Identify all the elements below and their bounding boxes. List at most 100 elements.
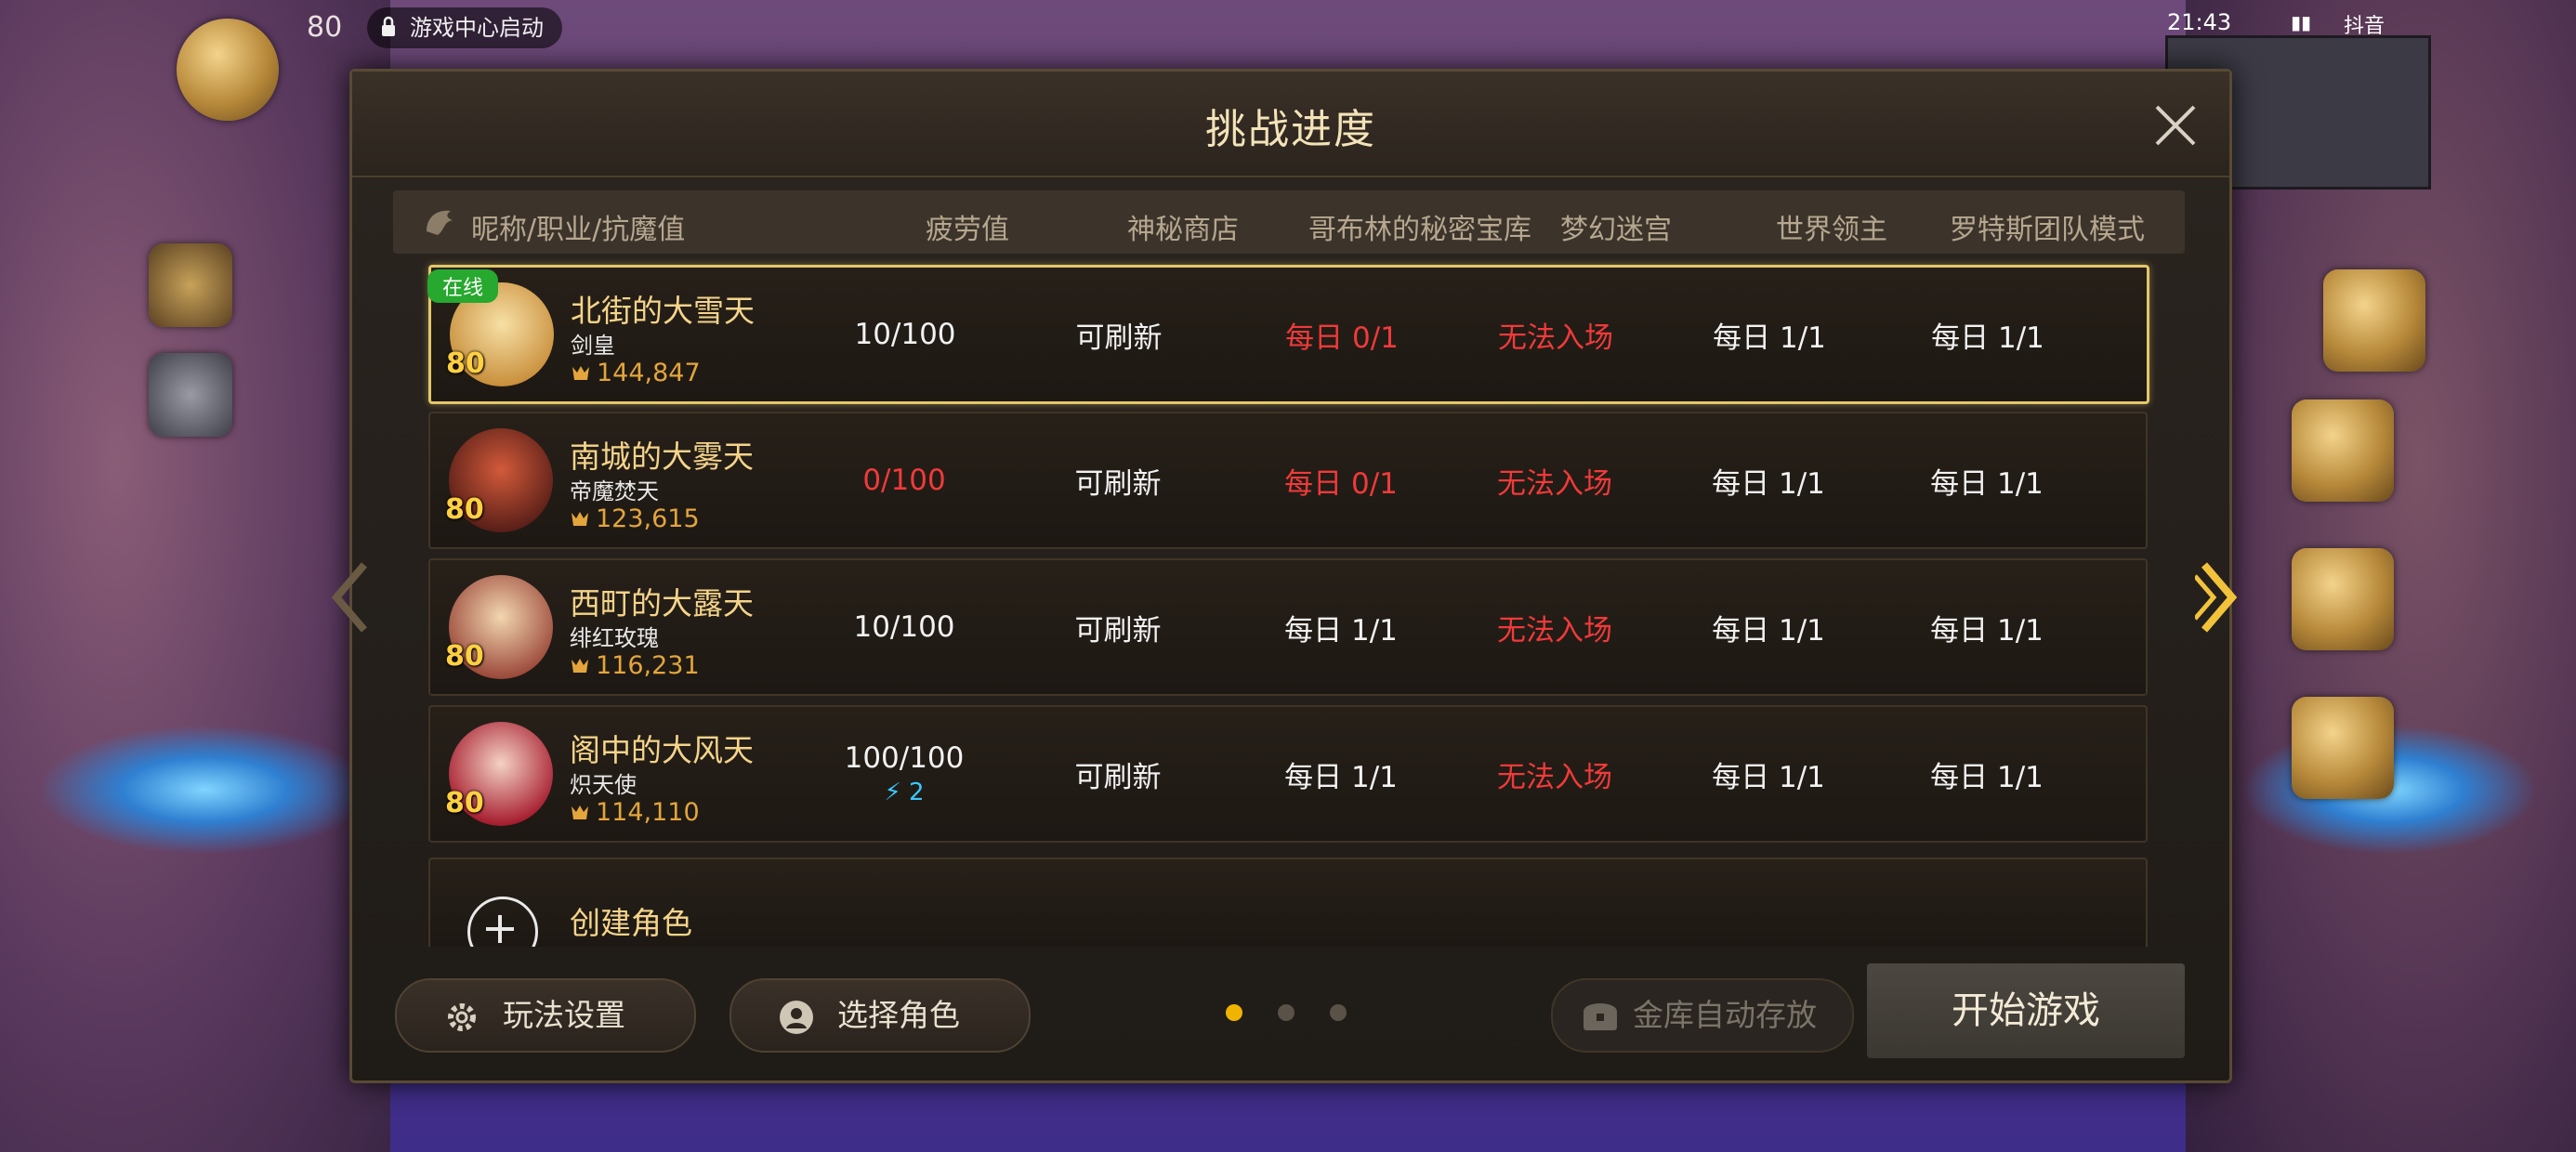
goblin-vault-status: 每日 1/1 xyxy=(1284,613,1398,648)
character-row[interactable]: 80 西町的大露天绯红玫瑰 116,231 10/100 可刷新 每日 1/1 无法入场 每日… xyxy=(428,558,2148,696)
character-row[interactable]: 80 在线北街的大雪天剑皇 144,847 10/100 可刷新 每日 0/1 无法入场 每日… xyxy=(427,265,2149,404)
col-fatigue: 疲劳值 xyxy=(926,214,1009,246)
guild-icon[interactable] xyxy=(149,353,232,437)
dream-maze-status: 无法入场 xyxy=(1498,321,1613,355)
game-center-label: 游戏中心启动 xyxy=(410,15,544,41)
dialog-header: 挑战进度 xyxy=(352,72,2229,177)
gear-icon xyxy=(448,1003,476,1031)
battery-icon: ▮▮ xyxy=(2291,11,2312,33)
character-power-value: 116,231 xyxy=(596,651,700,680)
create-character-label: 创建角色 xyxy=(570,905,692,941)
lotus-raid-status: 每日 1/1 xyxy=(1930,613,2044,648)
world-boss-status: 每日 1/1 xyxy=(1712,760,1825,794)
col-character: 昵称/职业/抗魔值 xyxy=(471,214,686,246)
mystery-shop-status: 可刷新 xyxy=(1074,466,1162,501)
lightning-icon: ⚡ xyxy=(884,779,901,806)
character-level: 80 xyxy=(445,493,484,526)
select-character-button[interactable]: 选择角色 xyxy=(729,978,1031,1053)
character-name: 南城的大雾天 xyxy=(570,439,754,475)
character-name: 西町的大露天 xyxy=(570,585,754,622)
character-level: 80 xyxy=(446,347,485,380)
col-lotus: 罗特斯团队模式 xyxy=(1950,214,2145,246)
fatigue-value: 10/100 xyxy=(854,318,956,351)
table-header: 昵称/职业/抗魔值 疲劳值 神秘商店 哥布林的秘密宝库 梦幻迷宫 世界领主 罗特… xyxy=(393,190,2185,254)
demon-power-icon xyxy=(572,805,588,819)
settings-button[interactable]: 玩法设置 xyxy=(395,978,696,1053)
page-dot[interactable] xyxy=(1278,1004,1295,1021)
sword-event-icon[interactable] xyxy=(2323,269,2425,372)
dream-maze-status: 无法入场 xyxy=(1497,760,1612,794)
dream-maze-status: 无法入场 xyxy=(1497,466,1612,501)
treasure-chest-icon xyxy=(1584,1003,1617,1030)
dragon-icon xyxy=(427,210,453,235)
world-boss-status: 每日 1/1 xyxy=(1712,466,1825,501)
plus-icon xyxy=(467,897,538,947)
character-power: 123,615 xyxy=(570,504,700,533)
goblin-vault-status: 每日 1/1 xyxy=(1284,760,1398,794)
settings-label: 玩法设置 xyxy=(503,997,625,1033)
fatigue-value: 10/100 xyxy=(853,610,955,644)
lock-icon xyxy=(382,16,395,36)
page-dot[interactable] xyxy=(1330,1004,1347,1021)
chevron-right-icon[interactable] xyxy=(2195,556,2241,639)
character-silhouette-icon xyxy=(780,1001,813,1034)
dialog-title: 挑战进度 xyxy=(1205,106,1376,153)
character-level: 80 xyxy=(445,640,484,673)
challenge-progress-dialog: 挑战进度 昵称/职业/抗魔值 疲劳值 神秘商店 哥布林的秘密宝库 梦幻迷宫 世界… xyxy=(349,69,2232,1083)
character-level: 80 xyxy=(445,787,484,819)
world-boss-status: 每日 1/1 xyxy=(1713,321,1826,355)
start-game-button[interactable]: 开始游戏 xyxy=(1867,963,2185,1058)
mystery-shop-status: 可刷新 xyxy=(1075,321,1163,355)
character-power-value: 114,110 xyxy=(596,798,700,827)
vault-auto-save-label: 金库自动存放 xyxy=(1633,997,1817,1033)
vault-auto-save-button[interactable]: 金库自动存放 xyxy=(1551,978,1854,1053)
fatigue-cell: 100/100 ⚡ 2 xyxy=(793,707,1016,841)
portal-glow-left xyxy=(37,725,372,855)
goblin-vault-status: 每日 0/1 xyxy=(1285,321,1399,355)
shop-event-icon[interactable] xyxy=(2292,697,2394,799)
character-power: 114,110 xyxy=(570,798,700,827)
world-boss-status: 每日 1/1 xyxy=(1712,613,1825,648)
character-class: 炽天使 xyxy=(570,772,637,798)
lotus-raid-status: 每日 1/1 xyxy=(1930,466,2044,501)
col-maze: 梦幻迷宫 xyxy=(1560,214,1672,246)
quest-scroll-icon[interactable] xyxy=(149,243,232,327)
mystery-shop-status: 可刷新 xyxy=(1074,613,1162,648)
character-class: 帝魔焚天 xyxy=(570,478,659,504)
mystery-shop-status: 可刷新 xyxy=(1074,760,1162,794)
character-class: 绯红玫瑰 xyxy=(570,625,659,651)
demon-power-icon xyxy=(572,512,588,526)
status-level: 80 xyxy=(307,11,343,44)
fatigue-bonus-value: 2 xyxy=(908,779,925,806)
close-icon[interactable] xyxy=(2149,99,2201,151)
helmet-event-icon[interactable] xyxy=(2292,399,2394,502)
online-badge: 在线 xyxy=(427,269,499,303)
status-time: 21:43 xyxy=(2167,9,2232,35)
character-power-value: 144,847 xyxy=(597,359,701,387)
lotus-raid-status: 每日 1/1 xyxy=(1930,760,2044,794)
dream-maze-status: 无法入场 xyxy=(1497,613,1612,648)
fatigue-value: 100/100 xyxy=(844,741,965,775)
page-dot[interactable] xyxy=(1226,1004,1242,1021)
chevron-left-icon[interactable] xyxy=(327,556,374,639)
demon-power-icon xyxy=(572,659,588,673)
select-character-label: 选择角色 xyxy=(837,997,960,1033)
lotus-raid-status: 每日 1/1 xyxy=(1931,321,2044,355)
fatigue-bonus: ⚡ 2 xyxy=(884,779,924,806)
character-power: 116,231 xyxy=(570,651,700,680)
status-right-label: 抖音 xyxy=(2344,15,2385,38)
character-name: 北街的大雪天 xyxy=(571,293,755,329)
character-row[interactable]: 80 阁中的大风天炽天使 114,110 100/100 ⚡ 2 可刷新 每日 1/1 无法入… xyxy=(428,705,2148,843)
game-center-pill[interactable]: 游戏中心启动 xyxy=(367,7,562,48)
fatigue-value: 0/100 xyxy=(862,464,946,497)
shield-event-icon[interactable] xyxy=(2292,548,2394,650)
character-power: 144,847 xyxy=(571,359,701,387)
goblin-vault-status: 每日 0/1 xyxy=(1284,466,1398,501)
character-class: 剑皇 xyxy=(571,333,615,359)
create-character-row[interactable]: 创建角色 xyxy=(428,857,2148,947)
character-name: 阁中的大风天 xyxy=(570,732,754,768)
character-row[interactable]: 80 南城的大雾天帝魔焚天 123,615 0/100 可刷新 每日 0/1 无法入场 每日 … xyxy=(428,412,2148,549)
player-avatar-icon[interactable] xyxy=(177,19,279,121)
demon-power-icon xyxy=(572,366,589,380)
col-shop: 神秘商店 xyxy=(1127,214,1239,246)
